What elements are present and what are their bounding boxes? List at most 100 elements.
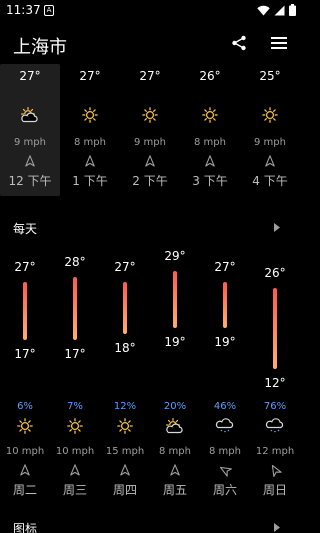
wind-direction-icon [270, 461, 282, 480]
hourly-temp: 27° [19, 69, 41, 83]
daily-low: 19° [214, 335, 236, 350]
battery-icon [289, 4, 296, 16]
hourly-temp: 25° [259, 69, 281, 83]
share-icon[interactable] [231, 35, 247, 51]
daily-item[interactable]: 27° 18° 12% 15 mph 周四 [100, 250, 150, 500]
chevron-right-icon[interactable] [274, 523, 280, 532]
hourly-time: 2 下午 [132, 174, 168, 188]
daily-low: 12° [264, 375, 286, 390]
daily-forecast: 27° 17° 6% 10 mph 周二 28° 17° 7% 10 mph 周… [0, 248, 300, 500]
hourly-item[interactable]: 27° 9 mph 2 下午 [120, 64, 180, 196]
daily-section-label: 每天 [13, 222, 38, 236]
wind-direction-icon [25, 152, 35, 171]
daily-day: 周日 [262, 483, 287, 497]
chart-section-label: 图标 [13, 522, 38, 533]
temp-range-bar [273, 288, 277, 369]
app-bar: 上海市 [0, 28, 300, 62]
menu-icon[interactable] [271, 37, 287, 49]
partly-cloudy-icon [165, 417, 185, 438]
hourly-temp: 27° [139, 69, 161, 83]
hourly-item[interactable]: 27° 9 mph 12 下午 [0, 64, 60, 196]
daily-high: 29° [164, 248, 186, 263]
daily-day: 周六 [212, 483, 237, 497]
daily-day: 周四 [112, 483, 137, 497]
daily-item[interactable]: 26° 12° 76% 12 mph 周日 [250, 250, 300, 500]
wind-direction-icon [170, 461, 180, 480]
rain-icon [215, 418, 235, 438]
daily-day: 周三 [62, 483, 87, 497]
wind-direction-icon [20, 461, 30, 480]
daily-wind: 8 mph [209, 446, 241, 457]
daily-item[interactable]: 27° 19° 46% 8 mph 周六 [200, 250, 250, 500]
wifi-icon [257, 5, 270, 15]
daily-low: 17° [64, 346, 86, 361]
sun-icon [82, 107, 98, 127]
temp-range-bar [223, 282, 227, 329]
notification-icon: A [44, 5, 54, 16]
hourly-temp: 26° [199, 69, 221, 83]
daily-wind: 15 mph [105, 446, 145, 457]
hourly-forecast[interactable]: 27° 9 mph 12 下午 27° 8 mph 1 下午 27° 9 mph… [0, 64, 300, 196]
hourly-time: 4 下午 [252, 174, 288, 188]
wind-direction-icon [70, 461, 80, 480]
status-time: 11:37 [6, 3, 41, 17]
hourly-item[interactable]: 26° 8 mph 3 下午 [180, 64, 240, 196]
wind-direction-icon [219, 461, 232, 480]
hourly-item[interactable]: 27° 8 mph 1 下午 [60, 64, 120, 196]
temp-range-bar [73, 276, 77, 340]
rain-icon [265, 418, 285, 438]
precip-chance: 7% [67, 401, 83, 412]
daily-high: 26° [264, 266, 286, 280]
temp-range-bar [23, 282, 27, 340]
daily-low: 18° [114, 341, 136, 355]
hourly-item[interactable]: 25° 9 mph 4 下午 [240, 64, 300, 196]
sun-icon [142, 107, 158, 127]
sun-icon [202, 107, 218, 127]
partly-cloudy-icon [20, 106, 40, 127]
daily-high: 27° [14, 260, 36, 275]
status-bar: 11:37 A [0, 0, 300, 22]
daily-low: 19° [164, 335, 186, 350]
daily-item[interactable]: 28° 17° 7% 10 mph 周三 [50, 250, 100, 500]
daily-low: 17° [14, 346, 36, 361]
hourly-wind: 8 mph [74, 137, 106, 148]
wind-direction-icon [145, 152, 155, 171]
hourly-wind: 9 mph [134, 137, 166, 148]
sun-icon [117, 418, 133, 438]
sun-icon [67, 418, 83, 438]
daily-day: 周二 [12, 483, 37, 497]
daily-wind: 10 mph [5, 446, 45, 457]
system-icons [257, 4, 296, 16]
daily-high: 27° [214, 260, 236, 275]
daily-item[interactable]: 29° 19° 20% 8 mph 周五 [150, 248, 200, 500]
daily-wind: 10 mph [55, 446, 95, 457]
precip-chance: 20% [163, 401, 187, 412]
sun-icon [262, 107, 278, 127]
wind-direction-icon [120, 461, 130, 480]
temp-range-bar [173, 270, 177, 329]
city-title: 上海市 [13, 37, 67, 58]
hourly-wind: 9 mph [254, 137, 286, 148]
hourly-time: 12 下午 [8, 174, 52, 188]
chevron-right-icon[interactable] [274, 223, 280, 232]
precip-chance: 12% [113, 401, 137, 412]
chart-section-header[interactable]: 图标 [0, 516, 300, 533]
wind-direction-icon [205, 152, 215, 171]
hourly-wind: 8 mph [194, 137, 226, 148]
daily-section-header[interactable]: 每天 [0, 216, 300, 240]
wind-direction-icon [85, 152, 95, 171]
hourly-time: 3 下午 [192, 174, 228, 188]
hourly-time: 1 下午 [72, 174, 108, 188]
daily-high: 27° [114, 260, 136, 275]
precip-chance: 46% [213, 401, 237, 412]
hourly-temp: 27° [79, 69, 101, 83]
precip-chance: 6% [17, 401, 33, 412]
daily-high: 28° [64, 254, 86, 269]
sun-icon [17, 418, 33, 438]
daily-wind: 8 mph [159, 446, 191, 457]
precip-chance: 76% [263, 401, 287, 412]
temp-range-bar [123, 282, 127, 334]
daily-item[interactable]: 27° 17° 6% 10 mph 周二 [0, 250, 50, 500]
daily-day: 周五 [162, 483, 187, 497]
daily-wind: 12 mph [255, 446, 295, 457]
